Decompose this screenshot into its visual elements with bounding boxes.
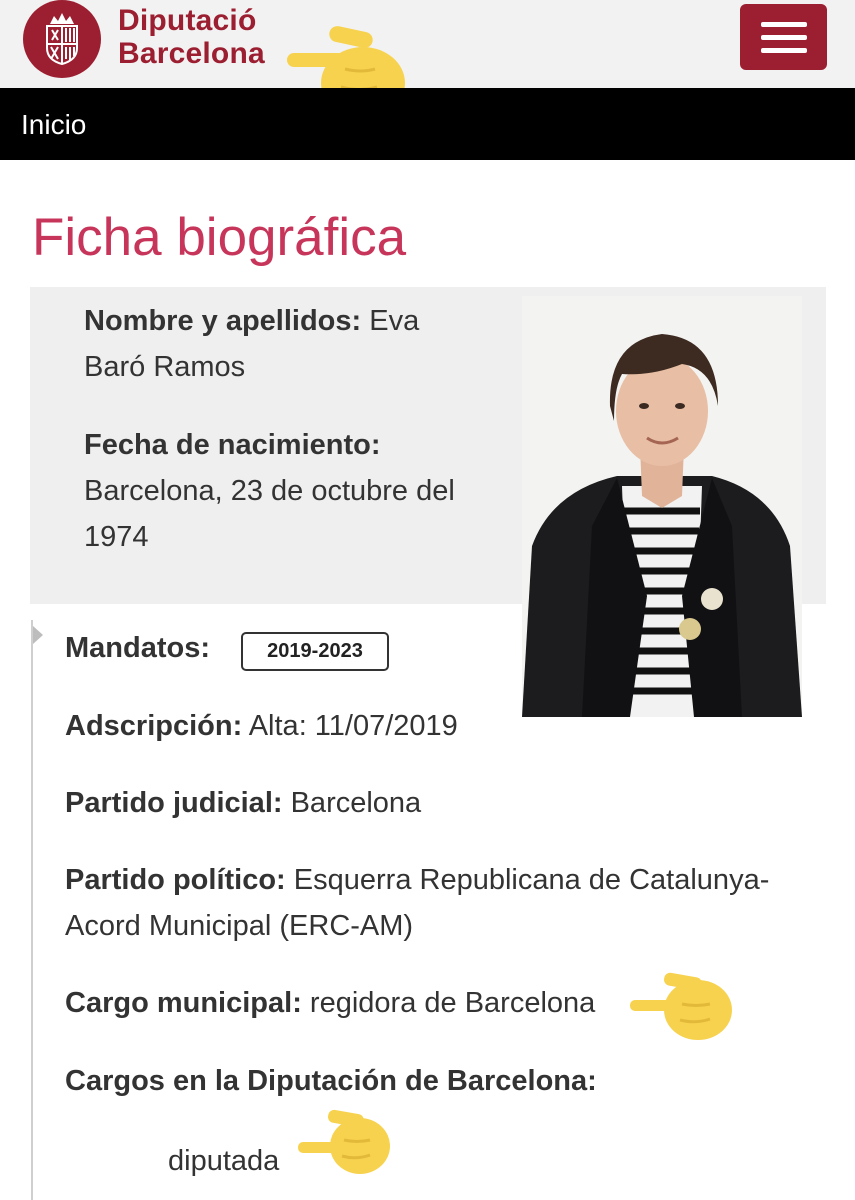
municipal-row: Cargo municipal: regidora de Barcelona [65,980,595,1026]
name-label: Nombre y apellidos: [84,305,362,337]
party-label: Partido político: [65,864,286,896]
diputacio-seal-icon[interactable] [20,0,104,78]
timeline-line [31,620,33,1200]
hamburger-icon-bar [760,47,807,53]
birth-label: Fecha de nacimiento: [84,429,381,461]
portrait-photo [522,296,802,717]
ascription-label: Adscripción: [65,710,243,742]
site-header: Diputació Barcelona [0,0,855,88]
timeline-marker-icon [33,626,43,644]
name-field: Nombre y apellidos: Eva Baró Ramos [84,298,419,390]
party-row: Partido político: Esquerra Republicana d… [65,857,769,949]
dipu-label: Cargos en la Diputación de Barcelona: [65,1065,597,1097]
birth-value-line2: 1974 [84,521,149,553]
brand-line-1: Diputació [118,4,257,37]
ascription-value: Alta: 11/07/2019 [248,710,458,742]
hamburger-icon-bar [760,34,807,40]
name-value-rest: Baró Ramos [84,351,246,383]
menu-button[interactable] [740,4,827,70]
pointing-hand-emoji [630,972,732,1040]
judicial-row: Partido judicial: Barcelona [65,780,421,826]
portrait-image [522,296,802,717]
brand-name[interactable]: Diputació Barcelona [118,4,265,70]
mandate-badge[interactable]: 2019-2023 [241,632,389,671]
breadcrumb-bar: Inicio [0,88,855,160]
judicial-value: Barcelona [290,787,422,819]
hamburger-icon [760,21,807,27]
party-value-line2: Acord Municipal (ERC-AM) [65,910,414,942]
mandates-row: Mandatos: [65,625,210,671]
brand-line-2: Barcelona [118,37,265,70]
judicial-label: Partido judicial: [65,787,283,819]
municipal-value: regidora de Barcelona [309,987,596,1019]
birth-field: Fecha de nacimiento: Barcelona, 23 de oc… [84,422,455,560]
birth-value-line1: Barcelona, 23 de octubre del [84,475,455,507]
mandates-label: Mandatos: [65,632,210,664]
pointing-hand-emoji [298,1109,390,1174]
municipal-label: Cargo municipal: [65,987,302,1019]
name-value-first: Eva [369,305,420,337]
page-title: Ficha biográfica [32,208,407,267]
ascription-row: Adscripción: Alta: 11/07/2019 [65,703,458,749]
party-value-line1: Esquerra Republicana de Catalunya- [293,864,770,896]
dipu-row: Cargos en la Diputación de Barcelona: [65,1058,597,1104]
dipu-value: diputada [168,1145,280,1177]
breadcrumb-home-link[interactable]: Inicio [21,108,86,142]
